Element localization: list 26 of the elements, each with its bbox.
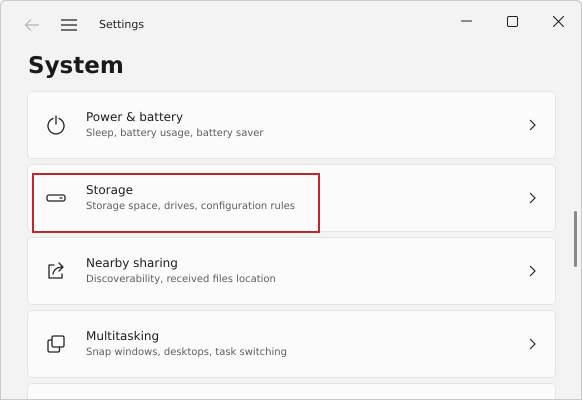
chevron-icon <box>529 119 536 131</box>
chevron-icon <box>529 265 536 277</box>
settings-item[interactable]: Multitasking Snap windows, desktops, task switching <box>27 310 556 378</box>
close-icon <box>552 16 564 26</box>
maximize-icon <box>506 16 518 26</box>
chevron-icon <box>529 192 536 204</box>
item-title: Storage <box>86 182 134 199</box>
item-subtitle: Sleep, battery usage, battery saver <box>86 127 264 141</box>
item-subtitle: Storage space, drives, configuration rules <box>86 200 295 214</box>
settings-item[interactable]: Nearby sharing Discoverability, received files location <box>27 237 556 305</box>
item-subtitle: Discoverability, received files location <box>86 273 276 287</box>
minimize-icon <box>460 20 472 22</box>
power-icon <box>46 115 66 135</box>
window-title: Settings <box>99 16 144 33</box>
item-subtitle: Snap windows, desktops, task switching <box>86 346 287 360</box>
page-title: System <box>28 52 125 81</box>
menu-icon <box>61 19 77 31</box>
item-title: Nearby sharing <box>86 255 179 272</box>
chevron-icon <box>529 338 536 350</box>
settings-item[interactable]: Storage Storage space, drives, configuration rules <box>27 164 556 232</box>
item-title: Power & battery <box>86 109 184 126</box>
windows-icon <box>46 334 66 354</box>
settings-item[interactable]: Power & battery Sleep, battery usage, battery saver <box>27 91 556 159</box>
share-icon <box>46 261 66 281</box>
item-title: Multitasking <box>86 328 160 345</box>
scrollbar-thumb[interactable] <box>574 211 577 267</box>
